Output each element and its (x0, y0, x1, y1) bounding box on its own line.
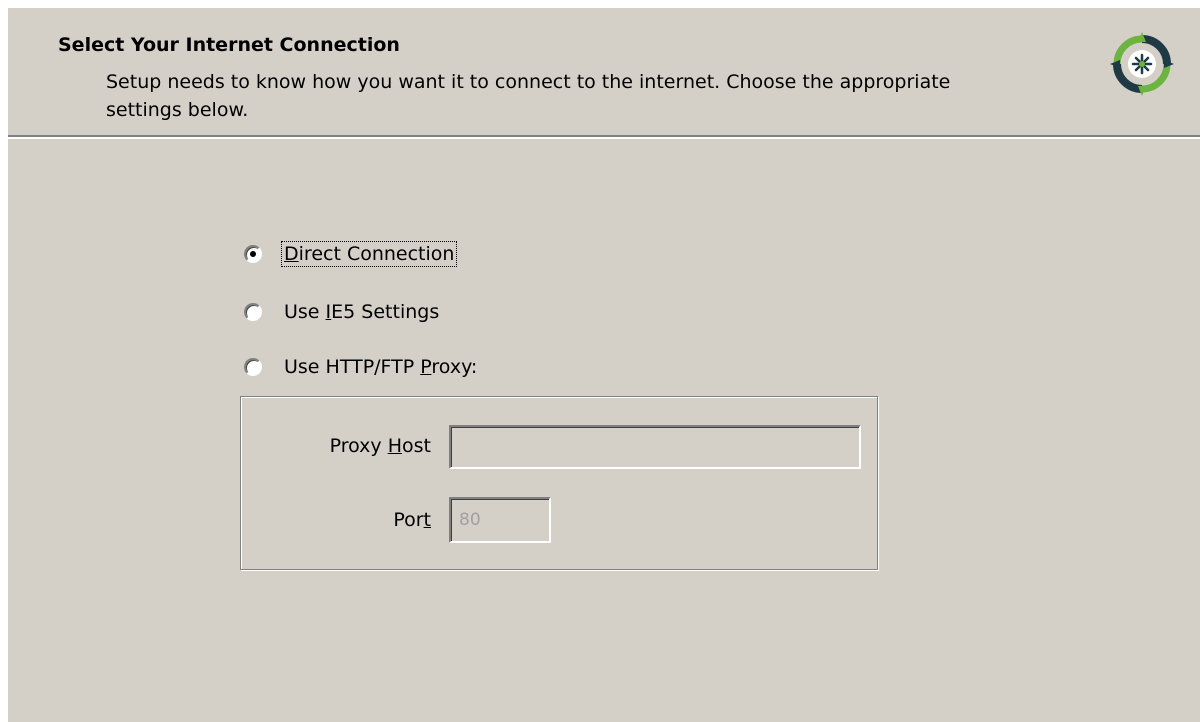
radio-use-ie5-settings[interactable]: Use IE5 Settings (244, 297, 441, 327)
radio-button[interactable] (244, 358, 262, 376)
radio-button-selected[interactable] (244, 245, 262, 263)
radio-label-direct-connection[interactable]: Direct Connection (280, 241, 458, 267)
radio-direct-connection[interactable]: Direct Connection (244, 239, 458, 269)
radio-button[interactable] (244, 303, 262, 321)
radio-use-http-ftp-proxy[interactable]: Use HTTP/FTP Proxy: (244, 352, 479, 382)
page-description: Setup needs to know how you want it to c… (106, 71, 951, 121)
proxy-host-input[interactable] (449, 425, 861, 469)
setup-dialog: Select Your Internet Connection Setup ne… (8, 8, 1200, 722)
compass-logo-icon (1110, 32, 1174, 96)
radio-label-http-ftp-proxy[interactable]: Use HTTP/FTP Proxy: (282, 355, 479, 379)
proxy-host-label: Proxy Host (329, 435, 431, 457)
port-input[interactable] (449, 497, 551, 543)
port-label: Port (393, 509, 431, 531)
page-title: Select Your Internet Connection (58, 34, 400, 56)
wizard-header: Select Your Internet Connection Setup ne… (8, 8, 1200, 136)
radio-label-ie5-settings[interactable]: Use IE5 Settings (282, 300, 441, 324)
proxy-settings-group: Proxy Host Port (240, 396, 878, 570)
header-divider-highlight (8, 137, 1200, 139)
